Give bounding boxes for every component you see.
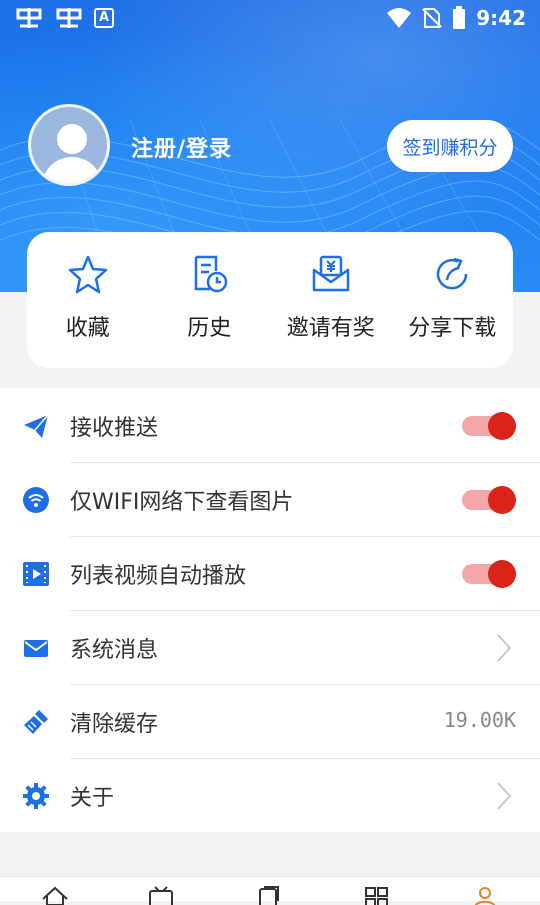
settings-list: 接收推送 仅WIFI网络下查看图片 列表视频自动播放 系统消息 清除缓存 19.… xyxy=(0,388,540,832)
document-tab-icon[interactable] xyxy=(254,885,284,905)
keyboard-badge-icon: A xyxy=(94,8,114,28)
quick-actions-card: 收藏 历史 邀请有奖 分享下载 xyxy=(27,232,513,368)
app-notification-icon-2 xyxy=(56,8,82,28)
status-bar: A 9:42 xyxy=(0,0,540,38)
quick-action-label: 邀请有奖 xyxy=(286,316,375,341)
app-notification-icon xyxy=(16,8,42,28)
quick-action-label: 收藏 xyxy=(65,316,110,341)
paper-plane-icon xyxy=(24,414,49,438)
toggle-knob xyxy=(488,486,516,514)
setting-label: 系统消息 xyxy=(70,638,159,663)
cache-size-value: 19.00K xyxy=(443,708,516,732)
setting-label: 列表视频自动播放 xyxy=(70,564,247,589)
toggle-knob xyxy=(488,412,516,440)
video-icon xyxy=(23,562,49,586)
setting-row-wifi-images[interactable]: 仅WIFI网络下查看图片 xyxy=(0,462,540,536)
setting-label: 清除缓存 xyxy=(70,712,159,737)
avatar[interactable] xyxy=(28,104,110,186)
setting-label: 关于 xyxy=(70,786,115,811)
login-register-link[interactable]: 注册/登录 xyxy=(131,131,232,163)
home-tab-icon[interactable] xyxy=(40,885,70,905)
tv-tab-icon[interactable] xyxy=(146,885,176,905)
quick-action-label: 历史 xyxy=(187,316,232,341)
setting-label: 仅WIFI网络下查看图片 xyxy=(70,490,294,515)
quick-action-invite[interactable]: 邀请有奖 xyxy=(271,252,391,342)
clock: 9:42 xyxy=(476,6,526,30)
chevron-right-icon xyxy=(497,634,512,662)
wifi-signal-icon xyxy=(387,8,412,28)
setting-row-clear-cache[interactable]: 清除缓存 19.00K xyxy=(0,684,540,758)
broom-icon xyxy=(24,710,48,734)
quick-action-history[interactable]: 历史 xyxy=(149,252,269,342)
setting-row-messages[interactable]: 系统消息 xyxy=(0,610,540,684)
share-icon xyxy=(437,257,468,290)
push-toggle[interactable] xyxy=(462,412,516,440)
quick-action-label: 分享下载 xyxy=(408,316,497,341)
toggle-knob xyxy=(488,560,516,588)
invite-reward-icon xyxy=(312,255,349,292)
bottom-tab-bar xyxy=(0,876,540,905)
grid-tab-icon[interactable] xyxy=(362,885,392,905)
quick-action-favorites[interactable]: 收藏 xyxy=(28,252,148,342)
profile-tab-icon[interactable] xyxy=(470,885,500,905)
setting-row-autoplay[interactable]: 列表视频自动播放 xyxy=(0,536,540,610)
setting-row-push[interactable]: 接收推送 xyxy=(0,388,540,462)
no-sim-icon xyxy=(422,8,442,28)
setting-label: 接收推送 xyxy=(70,416,159,441)
quick-action-share[interactable]: 分享下载 xyxy=(392,252,512,342)
wifi-images-toggle[interactable] xyxy=(462,486,516,514)
battery-icon xyxy=(453,6,466,29)
history-icon xyxy=(195,255,228,293)
star-icon xyxy=(68,255,107,294)
gear-icon xyxy=(23,783,49,809)
setting-row-about[interactable]: 关于 xyxy=(0,758,540,832)
mail-icon xyxy=(24,640,48,657)
autoplay-toggle[interactable] xyxy=(462,560,516,588)
chevron-right-icon xyxy=(497,782,512,810)
wifi-icon xyxy=(23,487,49,513)
checkin-earn-points-button[interactable]: 签到赚积分 xyxy=(387,120,513,172)
